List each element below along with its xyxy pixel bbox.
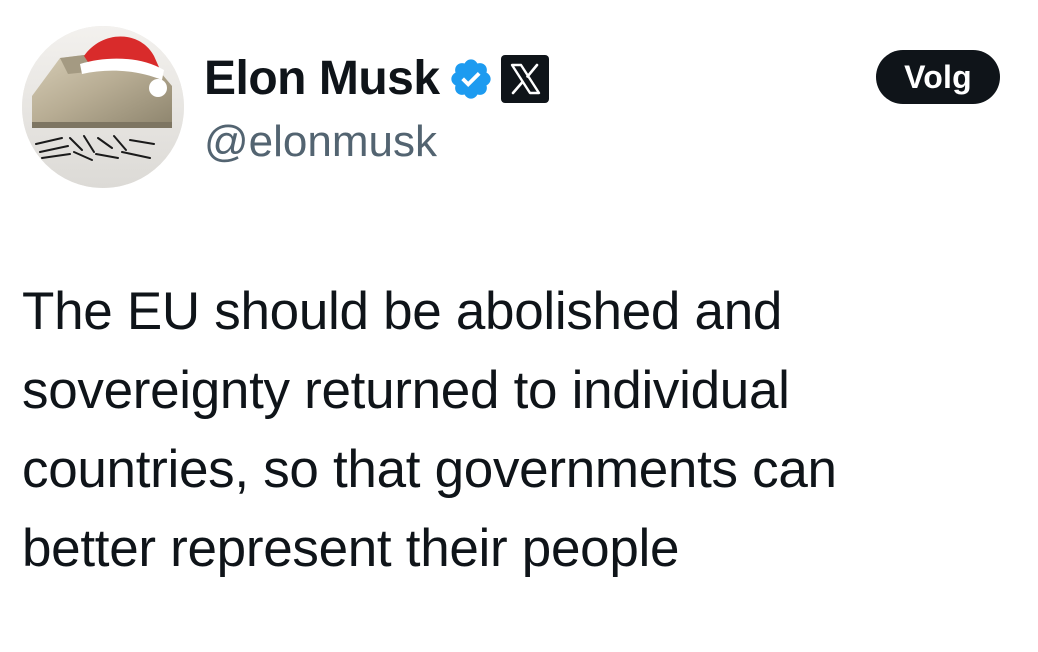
tweet-card: Elon Musk @elonmusk Volg The EU should b… — [0, 0, 1038, 652]
author-display-name[interactable]: Elon Musk — [204, 55, 440, 103]
avatar-santa-hat-icon — [22, 26, 184, 188]
tweet-text-line: sovereignty returned to individual — [22, 361, 790, 420]
avatar[interactable] — [22, 26, 184, 188]
tweet-text-line: better represent their people — [22, 519, 680, 578]
verified-badge-icon[interactable] — [448, 56, 494, 102]
author-handle[interactable]: @elonmusk — [204, 120, 437, 164]
follow-button[interactable]: Volg — [876, 50, 1000, 104]
tweet-text-line: countries, so that governments can — [22, 440, 837, 499]
tweet-text-line: The EU should be abolished and — [22, 282, 783, 341]
tweet-text: The EU should be abolished and sovereign… — [22, 272, 1022, 588]
x-logo-icon[interactable] — [500, 54, 550, 104]
author-name-row: Elon Musk — [204, 50, 550, 108]
